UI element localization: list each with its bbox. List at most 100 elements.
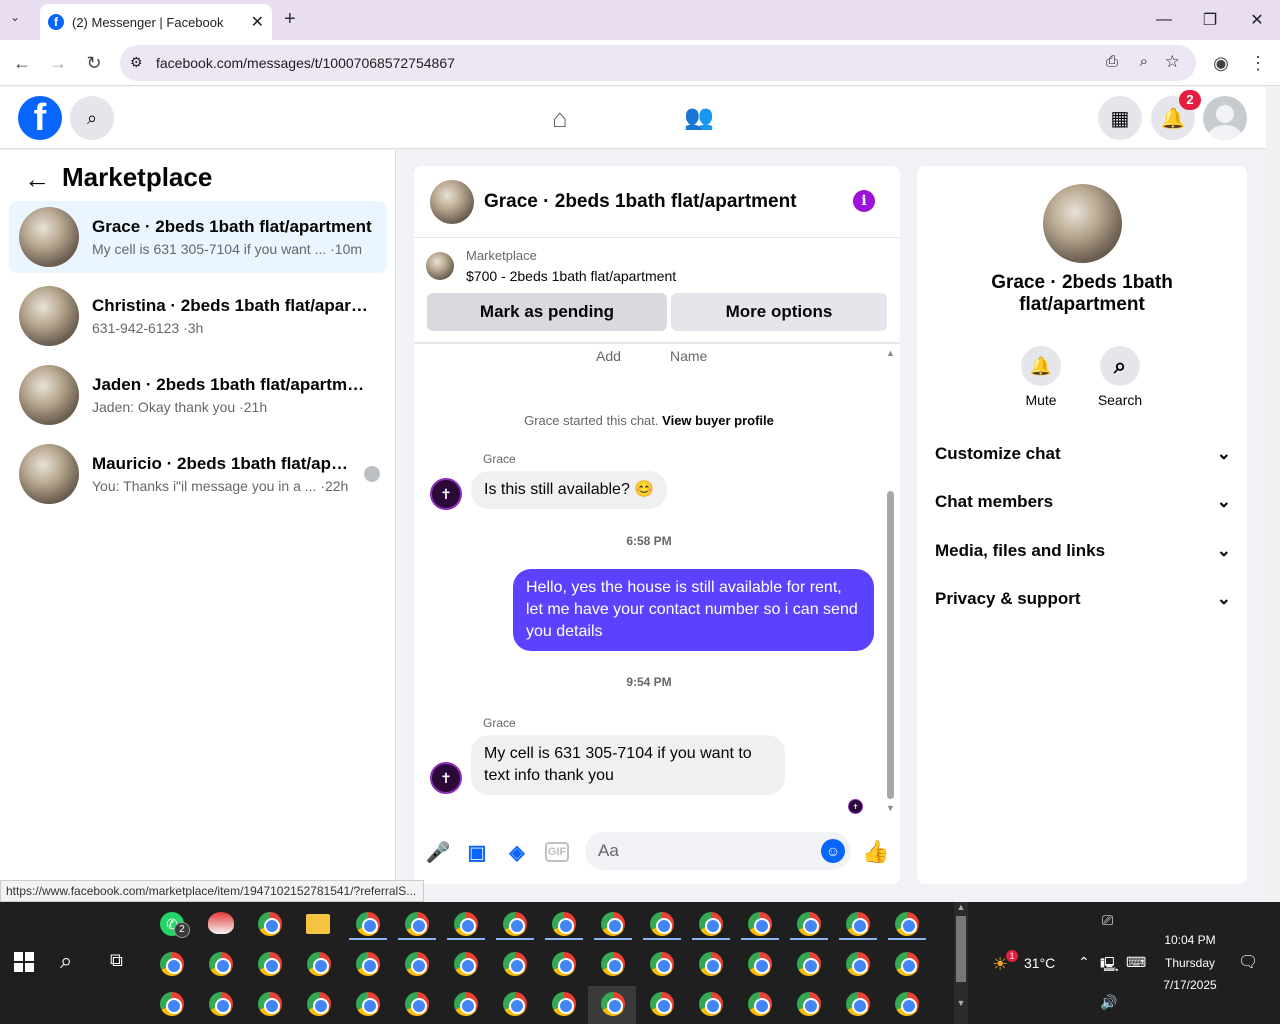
install-app-icon[interactable]: ⎙ [1106, 53, 1118, 70]
conversation-item[interactable]: Jaden · 2beds 1bath flat/apartment Jaden… [9, 359, 387, 431]
info-icon[interactable]: i [853, 190, 875, 212]
minimize-icon[interactable]: — [1141, 6, 1187, 34]
chrome-icon[interactable] [895, 992, 919, 1016]
scroll-down-arrow[interactable]: ▼ [886, 803, 895, 813]
back-icon[interactable]: ← [9, 50, 35, 76]
paint-app-icon[interactable] [208, 912, 234, 934]
page-scrollbar[interactable] [1266, 87, 1280, 902]
chrome-icon[interactable] [258, 952, 282, 976]
search-icon[interactable]: ⌕ [70, 96, 114, 140]
keyboard-icon[interactable]: ⌨ [1126, 954, 1146, 971]
chrome-icon[interactable] [797, 992, 821, 1016]
temperature[interactable]: 31°C [1024, 955, 1055, 971]
chrome-icon[interactable] [699, 992, 723, 1016]
incoming-message[interactable]: My cell is 631 305-7104 if you want to t… [471, 735, 785, 795]
close-tab-icon[interactable]: ✕ [251, 12, 264, 32]
chrome-icon[interactable] [699, 952, 723, 976]
account-avatar[interactable] [1203, 96, 1247, 140]
gif-icon[interactable]: GIF [545, 842, 569, 862]
chrome-icon[interactable] [748, 992, 772, 1016]
chrome-icon[interactable] [699, 912, 723, 936]
conversation-item[interactable]: Grace · 2beds 1bath flat/apartment My ce… [9, 201, 387, 273]
chrome-icon[interactable] [650, 992, 674, 1016]
profile-icon[interactable]: ◉ [1208, 50, 1234, 76]
chrome-icon[interactable] [454, 912, 478, 936]
chrome-icon[interactable] [258, 912, 282, 936]
mute-bell-icon[interactable]: 🔔 [1021, 346, 1061, 386]
chrome-icon[interactable] [405, 912, 429, 936]
conversation-item[interactable]: Mauricio · 2beds 1bath flat/apar... You:… [9, 438, 387, 510]
chrome-icon[interactable] [454, 952, 478, 976]
taskbar-scrollbar[interactable]: ▲ ▼ [954, 902, 968, 1024]
emoji-icon[interactable]: ☺ [821, 839, 845, 863]
search-chat-icon[interactable]: ⌕ [1100, 346, 1140, 386]
mark-as-pending-button[interactable]: Mark as pending [427, 293, 667, 331]
view-buyer-profile-link[interactable]: View buyer profile [662, 413, 774, 428]
chrome-icon[interactable] [650, 912, 674, 936]
restore-icon[interactable]: ❐ [1187, 6, 1233, 34]
show-hidden-icons-icon[interactable]: ⌃ [1078, 954, 1090, 971]
site-info-icon[interactable]: ⚙ [130, 54, 143, 71]
back-arrow-icon[interactable]: ← [24, 164, 50, 195]
privacy-support-section[interactable]: Privacy & support ⌄ [935, 589, 1231, 609]
conversation-item[interactable]: Christina · 2beds 1bath flat/apartm... 6… [9, 280, 387, 352]
chrome-icon[interactable] [405, 952, 429, 976]
chrome-icon[interactable] [552, 992, 576, 1016]
task-view-icon[interactable]: ⧉ [110, 950, 123, 971]
message-input[interactable]: Aa ☺ [585, 832, 851, 870]
taskbar-search-icon[interactable]: ⌕ [60, 948, 72, 974]
chrome-icon[interactable] [209, 952, 233, 976]
incoming-message[interactable]: Is this still available? 😊 [471, 471, 668, 509]
microphone-icon[interactable]: 🎤 [426, 840, 451, 864]
chrome-icon[interactable] [356, 912, 380, 936]
network-icon[interactable]: 🖳 [1100, 954, 1119, 978]
chrome-icon[interactable] [503, 992, 527, 1016]
friends-icon[interactable]: 👥 [684, 103, 714, 132]
chrome-icon[interactable] [160, 952, 184, 976]
file-explorer-icon[interactable] [306, 914, 330, 934]
photo-icon[interactable]: ▣ [465, 840, 489, 864]
chat-members-section[interactable]: Chat members ⌄ [935, 492, 1231, 512]
chrome-icon[interactable] [895, 912, 919, 936]
clock-time[interactable]: 10:04 PM [1158, 933, 1222, 947]
chrome-icon[interactable] [160, 992, 184, 1016]
chrome-icon[interactable] [356, 992, 380, 1016]
chrome-icon[interactable] [454, 992, 478, 1016]
tab-search-icon[interactable]: ⌄ [10, 10, 20, 24]
chrome-icon[interactable] [258, 992, 282, 1016]
chrome-icon[interactable] [601, 912, 625, 936]
sender-avatar[interactable]: ✝ [430, 762, 462, 794]
chrome-icon[interactable] [405, 992, 429, 1016]
volume-icon[interactable]: 🔊 [1100, 994, 1117, 1011]
home-icon[interactable]: ⌂ [552, 103, 568, 134]
listing-title[interactable]: $700 - 2beds 1bath flat/apartment [466, 268, 676, 284]
bookmark-star-icon[interactable]: ☆ [1165, 52, 1180, 72]
chrome-icon[interactable] [552, 912, 576, 936]
reload-icon[interactable]: ↻ [81, 50, 107, 76]
media-files-links-section[interactable]: Media, files and links ⌄ [935, 541, 1231, 561]
browser-menu-icon[interactable]: ⋮ [1245, 50, 1271, 76]
sticker-icon[interactable]: ◈ [505, 840, 529, 864]
sender-avatar[interactable]: ✝ [430, 478, 462, 510]
browser-tab[interactable]: f (2) Messenger | Facebook ✕ [40, 4, 272, 40]
more-options-button[interactable]: More options [671, 293, 887, 331]
chrome-icon[interactable] [650, 952, 674, 976]
chrome-icon[interactable] [503, 912, 527, 936]
chrome-icon[interactable] [307, 992, 331, 1016]
start-windows-icon[interactable] [14, 952, 34, 972]
chrome-icon[interactable] [797, 952, 821, 976]
window-close-icon[interactable]: ✕ [1234, 6, 1280, 34]
menu-grid-icon[interactable]: ▦ [1098, 96, 1142, 140]
outgoing-message[interactable]: Hello, yes the house is still available … [513, 569, 874, 651]
chrome-icon[interactable] [552, 952, 576, 976]
customize-chat-section[interactable]: Customize chat ⌄ [935, 444, 1231, 464]
scroll-up-arrow[interactable]: ▲ [886, 348, 895, 358]
chrome-icon[interactable] [895, 952, 919, 976]
chrome-icon[interactable] [307, 952, 331, 976]
forward-icon[interactable]: → [45, 50, 71, 76]
chrome-icon[interactable] [356, 952, 380, 976]
chrome-icon[interactable] [748, 952, 772, 976]
meet-now-icon[interactable]: ⎚ [1102, 912, 1113, 929]
like-thumb-icon[interactable]: 👍 [862, 839, 889, 864]
new-tab-icon[interactable]: + [284, 8, 296, 31]
